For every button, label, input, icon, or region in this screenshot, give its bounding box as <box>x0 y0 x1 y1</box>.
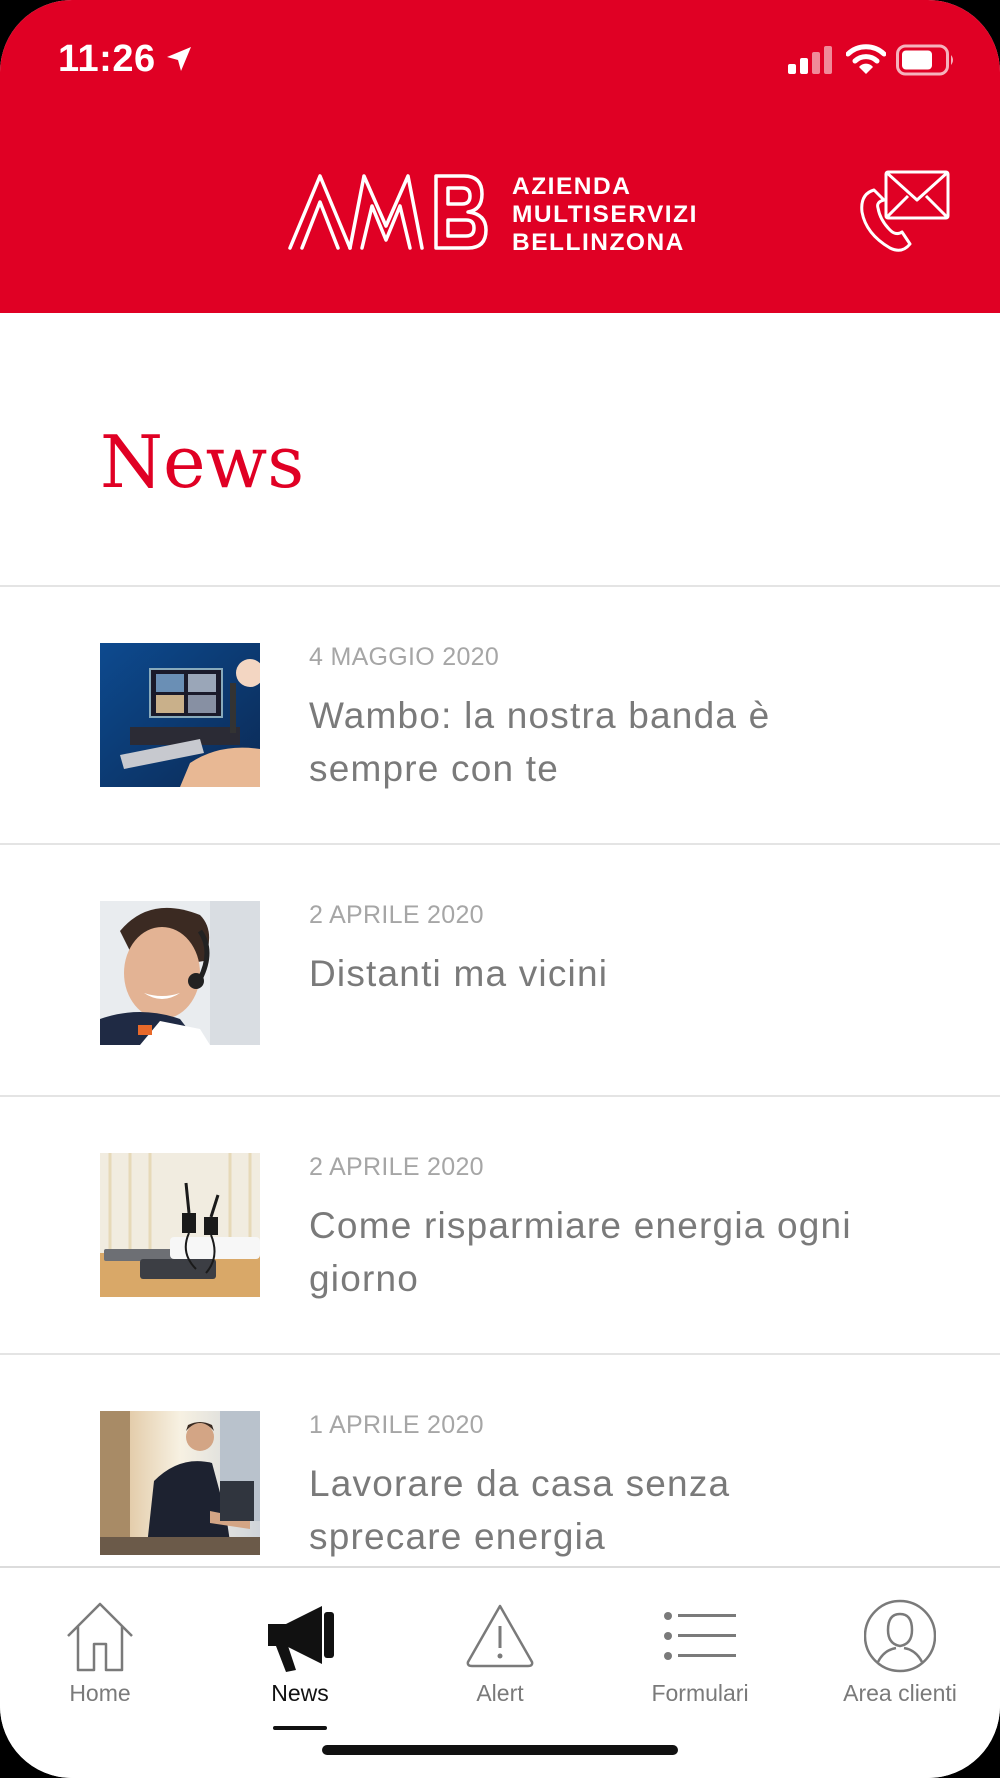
battery-icon <box>896 44 953 76</box>
music-studio-image <box>100 643 260 787</box>
chargers-image <box>100 1153 260 1297</box>
news-item[interactable]: 2 APRILE 2020 Come risparmiare energia o… <box>0 1097 1000 1353</box>
news-thumbnail <box>100 1153 260 1297</box>
news-thumbnail <box>100 1411 260 1555</box>
amb-logo <box>288 174 488 250</box>
news-date: 2 APRILE 2020 <box>309 901 484 929</box>
news-thumbnail <box>100 901 260 1045</box>
news-date: 2 APRILE 2020 <box>309 1153 484 1181</box>
list-icon <box>664 1612 736 1660</box>
news-title: Come risparmiare energia ogni giorno <box>309 1205 852 1299</box>
tab-area-clienti[interactable]: Area clienti <box>800 1568 1000 1738</box>
tab-label: Area clienti <box>843 1680 957 1706</box>
home-indicator[interactable] <box>322 1745 678 1755</box>
company-name-line: AZIENDA <box>512 173 632 200</box>
home-office-image <box>100 1411 260 1555</box>
active-tab-indicator <box>273 1726 327 1730</box>
tab-formulari[interactable]: Formulari <box>600 1568 800 1738</box>
warning-icon <box>466 1604 534 1668</box>
tab-home[interactable]: Home <box>0 1568 200 1738</box>
company-name-line: MULTISERVIZI <box>512 201 698 228</box>
news-thumbnail <box>100 643 260 787</box>
tab-alert[interactable]: Alert <box>400 1568 600 1738</box>
company-name: AZIENDA MULTISERVIZI BELLINZONA <box>512 173 698 257</box>
cellular-signal-icon <box>788 46 832 74</box>
news-title: Lavorare da casa senza sprecare energia <box>309 1463 731 1557</box>
phone-screen: 11:26 AZIENDA MULTISERVIZI BELLINZONA Ne… <box>0 0 1000 1778</box>
status-bar: 11:26 <box>0 0 1000 120</box>
news-item[interactable]: 2 APRILE 2020 Distanti ma vicini <box>0 845 1000 1101</box>
contact-button[interactable] <box>856 168 952 254</box>
status-time: 11:26 <box>58 38 156 80</box>
news-date: 4 MAGGIO 2020 <box>309 643 500 671</box>
company-name-line: BELLINZONA <box>512 229 685 256</box>
tab-label: Formulari <box>651 1680 749 1706</box>
support-agent-image <box>100 901 260 1045</box>
megaphone-icon <box>268 1606 334 1672</box>
user-icon <box>864 1599 936 1673</box>
news-item[interactable]: 4 MAGGIO 2020 Wambo: la nostra banda è s… <box>0 587 1000 843</box>
page-title: News <box>100 420 305 504</box>
tab-label: Alert <box>476 1680 524 1706</box>
wifi-icon <box>846 44 886 74</box>
app-header: 11:26 AZIENDA MULTISERVIZI BELLINZONA <box>0 0 1000 313</box>
news-title: Wambo: la nostra banda è sempre con te <box>309 695 771 789</box>
location-arrow-icon <box>167 47 191 71</box>
tab-news[interactable]: News <box>200 1568 400 1738</box>
tab-label: News <box>271 1680 329 1706</box>
news-title: Distanti ma vicini <box>309 953 609 994</box>
tab-label: Home <box>69 1680 131 1706</box>
house-icon <box>67 1602 133 1672</box>
news-date: 1 APRILE 2020 <box>309 1411 484 1439</box>
